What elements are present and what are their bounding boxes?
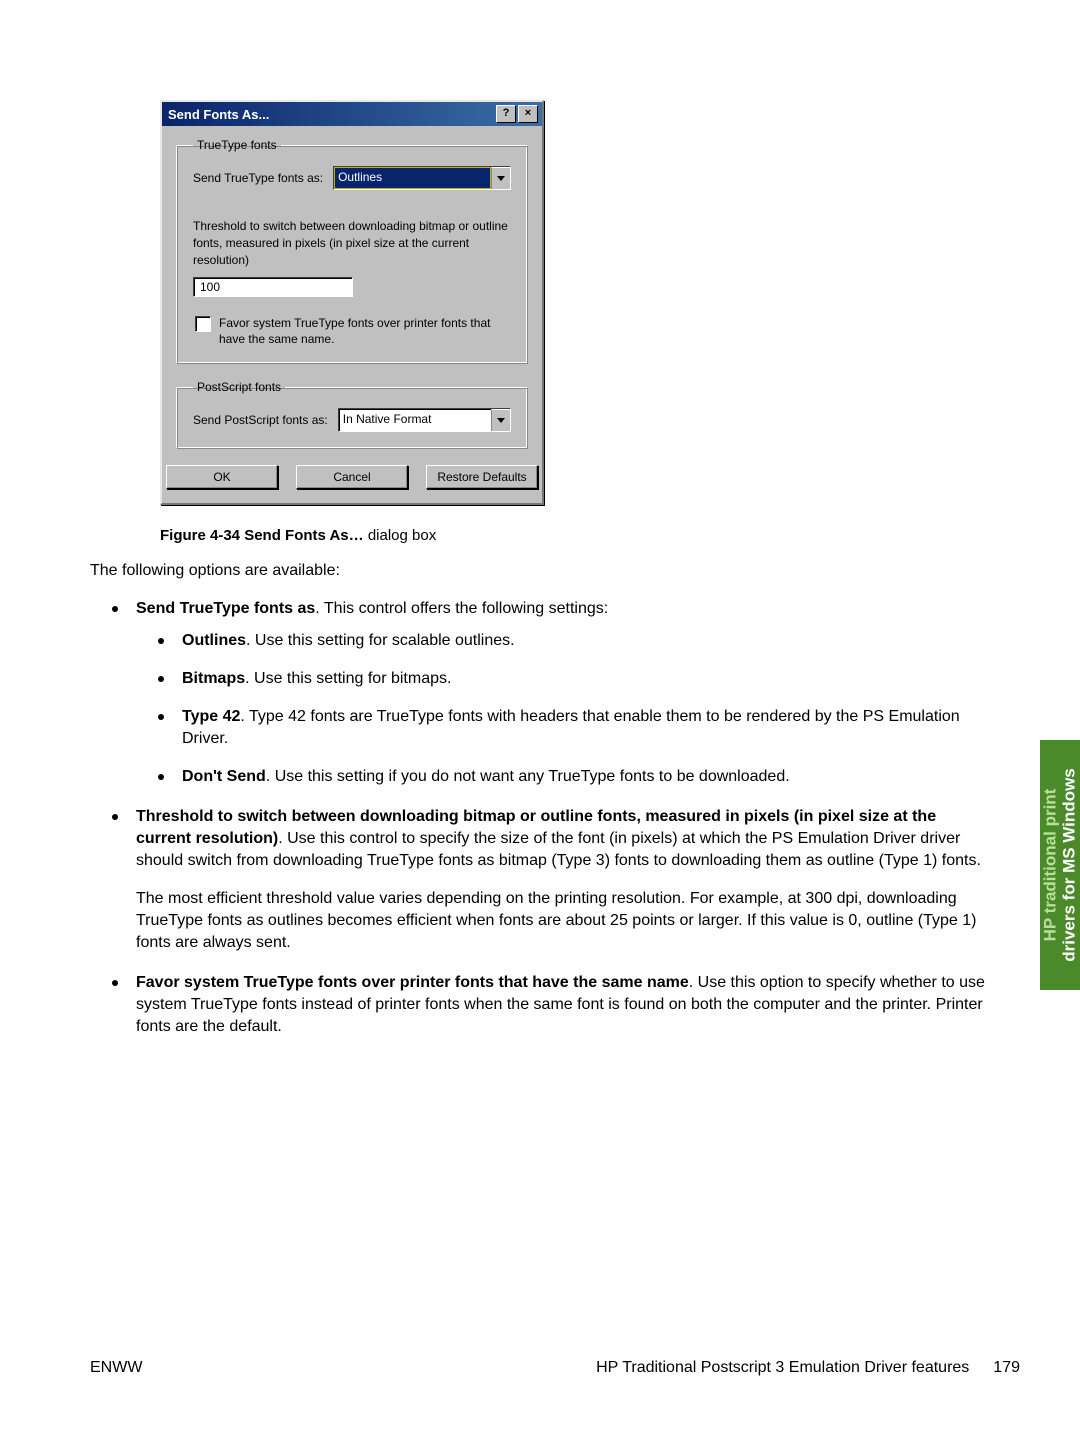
figure-number: Figure 4-34 <box>160 527 240 544</box>
favor-system-label: Favor system TrueType fonts over printer… <box>219 315 511 347</box>
truetype-group: TrueType fonts Send TrueType fonts as: O… <box>176 138 528 364</box>
sub-type42: Type 42. Type 42 fonts are TrueType font… <box>136 706 990 750</box>
help-button[interactable]: ? <box>496 105 516 123</box>
sub-bitmaps: Bitmaps. Use this setting for bitmaps. <box>136 668 990 690</box>
send-postscript-select[interactable]: In Native Format <box>338 408 511 432</box>
footer-left: ENWW <box>90 1359 142 1377</box>
favor-system-checkbox[interactable] <box>195 316 211 332</box>
intro-text: The following options are available: <box>90 560 990 582</box>
postscript-group: PostScript fonts Send PostScript fonts a… <box>176 380 528 449</box>
bullet-favor: Favor system TrueType fonts over printer… <box>90 972 990 1038</box>
threshold-para2: The most efficient threshold value varie… <box>136 888 990 954</box>
bullet-threshold: Threshold to switch between downloading … <box>90 806 990 954</box>
figure-caption: Figure 4-34 Send Fonts As… dialog box <box>160 527 990 544</box>
page-number: 179 <box>993 1359 1020 1377</box>
dialog-titlebar: Send Fonts As... ? × <box>162 102 542 126</box>
dialog-title: Send Fonts As... <box>168 107 494 122</box>
send-fonts-dialog: Send Fonts As... ? × TrueType fonts Send… <box>160 100 544 505</box>
bullet-send-truetype: Send TrueType fonts as. This control off… <box>90 598 990 788</box>
sub-dont-send: Don't Send. Use this setting if you do n… <box>136 766 990 788</box>
truetype-legend: TrueType fonts <box>193 138 281 152</box>
restore-defaults-button[interactable]: Restore Defaults <box>426 465 538 489</box>
footer-title: HP Traditional Postscript 3 Emulation Dr… <box>596 1359 969 1377</box>
chapter-side-tab: HP traditional print drivers for MS Wind… <box>1040 740 1080 990</box>
ok-button[interactable]: OK <box>166 465 278 489</box>
close-button[interactable]: × <box>518 105 538 123</box>
send-postscript-label: Send PostScript fonts as: <box>193 413 328 427</box>
send-postscript-value: In Native Format <box>339 409 491 431</box>
postscript-legend: PostScript fonts <box>193 380 285 394</box>
dropdown-arrow-icon <box>491 409 510 431</box>
side-tab-line1: HP traditional print <box>1041 789 1060 942</box>
side-tab-line2: drivers for MS Windows <box>1060 768 1079 961</box>
figure-title: Send Fonts As… <box>240 527 364 544</box>
cancel-button[interactable]: Cancel <box>296 465 408 489</box>
page-footer: ENWW HP Traditional Postscript 3 Emulati… <box>90 1359 1020 1377</box>
figure-rest: dialog box <box>364 527 437 544</box>
send-truetype-value: Outlines <box>334 167 491 189</box>
send-truetype-label: Send TrueType fonts as: <box>193 171 323 185</box>
sub-outlines: Outlines. Use this setting for scalable … <box>136 630 990 652</box>
threshold-input[interactable]: 100 <box>193 277 353 297</box>
threshold-description: Threshold to switch between downloading … <box>193 218 511 269</box>
send-truetype-select[interactable]: Outlines <box>333 166 511 190</box>
dropdown-arrow-icon <box>491 167 510 189</box>
